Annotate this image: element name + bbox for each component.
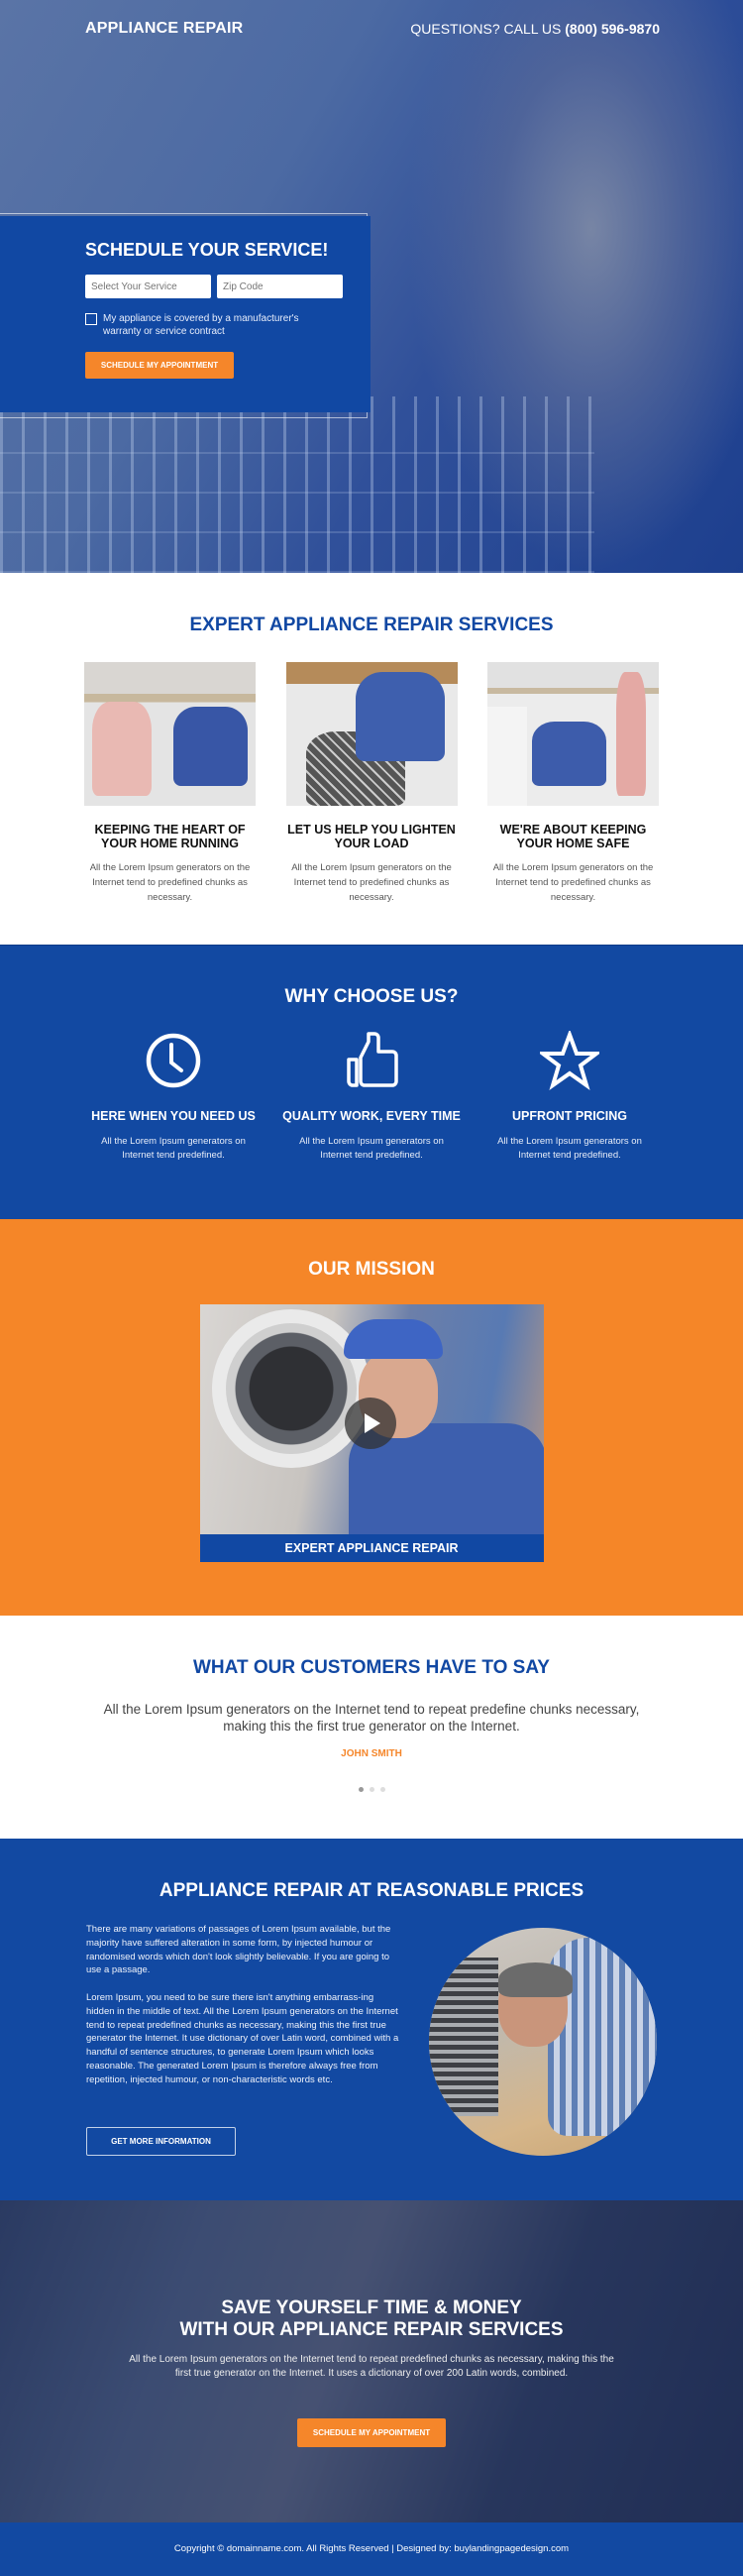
- cta-title: SAVE YOURSELF TIME & MONEY WITH OUR APPL…: [0, 2297, 743, 2341]
- testimonial-quote: All the Lorem Ipsum generators on the In…: [103, 1702, 640, 1734]
- services-section: EXPERT APPLIANCE REPAIR SERVICES KEEPING…: [0, 573, 743, 945]
- cta-schedule-appointment-button[interactable]: SCHEDULE MY APPOINTMENT: [297, 2418, 446, 2447]
- service-image-dishwasher-rack: [285, 662, 458, 806]
- hair-shape: [498, 1962, 573, 1997]
- washing-machine-shape: [211, 1309, 371, 1468]
- service-image-dishwasher-repair: [84, 662, 256, 806]
- form-title: SCHEDULE YOUR SERVICE!: [85, 240, 329, 260]
- cta-text: All the Lorem Ipsum generators on the In…: [129, 2354, 614, 2379]
- services-list: KEEPING THE HEART OF YOUR HOME RUNNING A…: [84, 636, 659, 905]
- fridge-coil-shape: [429, 1958, 498, 2116]
- service-select-input[interactable]: [85, 275, 211, 298]
- cta-title-line-1: SAVE YOURSELF TIME & MONEY: [221, 2297, 522, 2318]
- pricing-section: APPLIANCE REPAIR AT REASONABLE PRICES Th…: [0, 1839, 743, 2200]
- why-item-text: All the Lorem Ipsum generators on Intern…: [299, 1136, 444, 1161]
- pricing-body: There are many variations of passages of…: [86, 1923, 403, 2156]
- technician-cap-shape: [343, 1319, 443, 1359]
- phone-prefix: QUESTIONS? CALL US: [410, 21, 562, 37]
- why-item-title: QUALITY WORK, EVERY TIME: [282, 1109, 461, 1123]
- carousel-dot-2[interactable]: [369, 1787, 374, 1792]
- testimonials-section: WHAT OUR CUSTOMERS HAVE TO SAY All the L…: [0, 1616, 743, 1839]
- footer-copyright: Copyright © domainname.com. All Rights R…: [173, 2543, 570, 2554]
- service-image-oven-repair: [487, 662, 659, 806]
- pricing-paragraph-2: Lorem Ipsum, you need to be sure there i…: [86, 1991, 399, 2085]
- phone-contact: QUESTIONS? CALL US (800) 596-9870: [410, 21, 660, 37]
- schedule-appointment-button[interactable]: SCHEDULE MY APPOINTMENT: [85, 352, 234, 379]
- mission-section: OUR MISSION EXPERT APPLIANCE REPAIR: [0, 1219, 743, 1616]
- warranty-checkbox-row[interactable]: My appliance is covered by a manufacture…: [85, 312, 323, 338]
- technician-circle-image: [429, 1928, 657, 2156]
- service-text: All the Lorem Ipsum generators on the In…: [89, 862, 251, 903]
- logo[interactable]: APPLIANCE REPAIR: [85, 20, 243, 38]
- service-text: All the Lorem Ipsum generators on the In…: [291, 862, 452, 903]
- clock-icon: [84, 1030, 263, 1091]
- person-shape: [92, 702, 152, 796]
- cta-title-line-2: WITH OUR APPLIANCE REPAIR SERVICES: [179, 2319, 564, 2340]
- shirt-shape: [548, 1938, 657, 2136]
- testimonial-author: JOHN SMITH: [341, 1748, 402, 1759]
- play-icon[interactable]: [344, 1398, 396, 1449]
- pricing-paragraph-1: There are many variations of passages of…: [86, 1924, 391, 1976]
- why-item-title: UPFRONT PRICING: [512, 1109, 627, 1123]
- carousel-dot-3[interactable]: [379, 1787, 385, 1792]
- why-choose-us-section: WHY CHOOSE US? HERE WHEN YOU NEED US All…: [0, 945, 743, 1219]
- service-card: WE'RE ABOUT KEEPING YOUR HOME SAFE All t…: [487, 636, 659, 905]
- service-card: LET US HELP YOU LIGHTEN YOUR LOAD All th…: [285, 636, 458, 905]
- mission-video[interactable]: EXPERT APPLIANCE REPAIR: [199, 1304, 544, 1562]
- get-more-information-button[interactable]: GET MORE INFORMATION: [86, 2126, 236, 2156]
- why-item-text: All the Lorem Ipsum generators on Intern…: [101, 1136, 246, 1161]
- mission-title: OUR MISSION: [308, 1259, 435, 1280]
- service-title: KEEPING THE HEART OF YOUR HOME RUNNING: [94, 823, 246, 850]
- carousel-dot-1[interactable]: [358, 1787, 364, 1792]
- warranty-checkbox[interactable]: [85, 313, 97, 325]
- hero-background-rack-lines: [0, 416, 594, 573]
- video-caption: EXPERT APPLIANCE REPAIR: [199, 1534, 544, 1562]
- carousel-dots: [0, 1787, 743, 1792]
- service-title: LET US HELP YOU LIGHTEN YOUR LOAD: [287, 823, 456, 850]
- warranty-checkbox-label: My appliance is covered by a manufacture…: [103, 313, 299, 337]
- schedule-form: SCHEDULE YOUR SERVICE! My appliance is c…: [0, 216, 371, 412]
- person-shape: [616, 672, 646, 796]
- footer: Copyright © domainname.com. All Rights R…: [0, 2522, 743, 2576]
- appliance-shape: [487, 707, 527, 806]
- service-text: All the Lorem Ipsum generators on the In…: [492, 862, 654, 903]
- why-title: WHY CHOOSE US?: [284, 986, 459, 1007]
- service-title: WE'RE ABOUT KEEPING YOUR HOME SAFE: [499, 823, 647, 850]
- top-bar: APPLIANCE REPAIR QUESTIONS? CALL US (800…: [85, 20, 660, 38]
- hero-section: APPLIANCE REPAIR QUESTIONS? CALL US (800…: [0, 0, 743, 573]
- star-icon: [480, 1030, 659, 1091]
- cta-section: SAVE YOURSELF TIME & MONEY WITH OUR APPL…: [0, 2200, 743, 2522]
- phone-number[interactable]: (800) 596-9870: [565, 21, 660, 37]
- zip-code-input[interactable]: [217, 275, 343, 298]
- why-list: HERE WHEN YOU NEED US All the Lorem Ipsu…: [84, 1008, 659, 1163]
- technician-shape: [355, 672, 445, 761]
- services-title: EXPERT APPLIANCE REPAIR SERVICES: [189, 615, 554, 635]
- service-card: KEEPING THE HEART OF YOUR HOME RUNNING A…: [84, 636, 256, 905]
- pricing-title: APPLIANCE REPAIR AT REASONABLE PRICES: [159, 1880, 584, 1901]
- why-item: QUALITY WORK, EVERY TIME All the Lorem I…: [282, 1008, 461, 1163]
- why-item: UPFRONT PRICING All the Lorem Ipsum gene…: [480, 1008, 659, 1163]
- why-item-text: All the Lorem Ipsum generators on Intern…: [497, 1136, 642, 1161]
- why-item: HERE WHEN YOU NEED US All the Lorem Ipsu…: [84, 1008, 263, 1163]
- technician-shape: [532, 722, 606, 786]
- form-row: [85, 275, 371, 298]
- testimonials-title: WHAT OUR CUSTOMERS HAVE TO SAY: [193, 1657, 550, 1678]
- thumbs-up-icon: [282, 1030, 461, 1091]
- technician-shape: [173, 707, 248, 786]
- why-item-title: HERE WHEN YOU NEED US: [91, 1109, 256, 1123]
